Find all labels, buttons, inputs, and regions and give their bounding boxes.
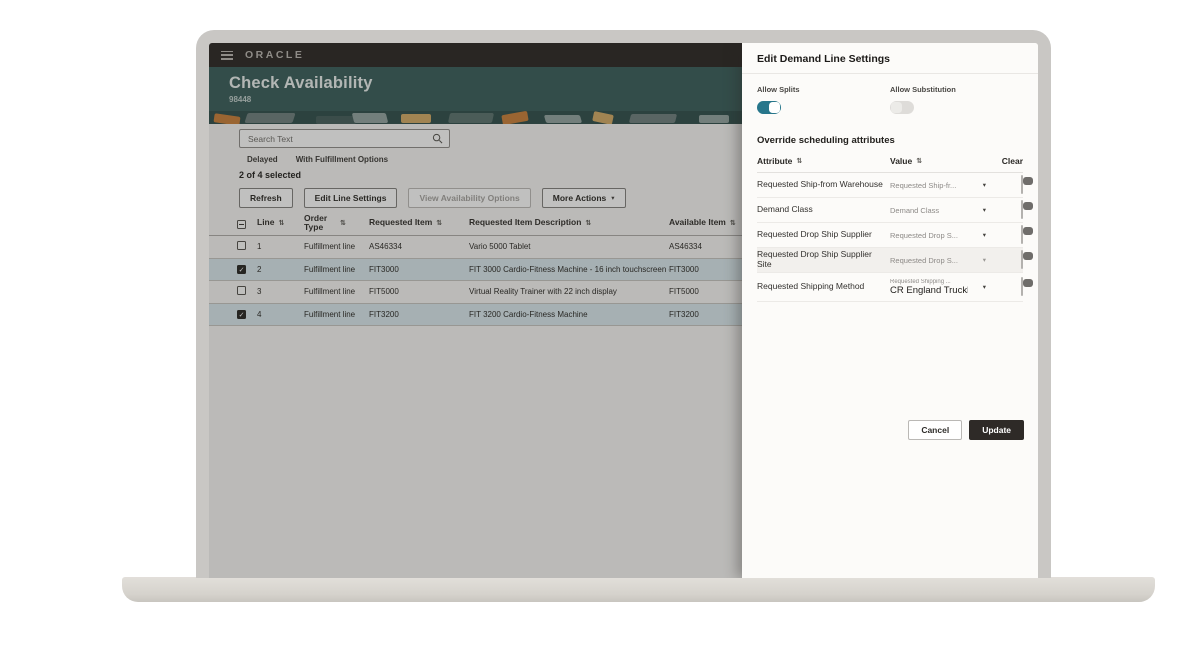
chevron-down-icon: ▾ [982,283,986,291]
attribute-row: Demand Class Demand Class ▾ [757,198,1033,223]
drawer-toggles: Allow Splits Allow Substitution [742,74,1038,114]
edit-demand-line-settings-drawer: Edit Demand Line Settings Allow Splits A… [742,43,1038,578]
attributes-header-row: Attribute ⇅ Value ⇅ Clear [757,156,1023,173]
clear-toggle[interactable] [1021,277,1033,296]
allow-substitution-toggle[interactable] [890,101,914,114]
laptop-screen-bezel: ORACLE Check Availability 98448 Search T… [196,30,1051,578]
allow-substitution-label: Allow Substitution [890,85,956,94]
attribute-row: Requested Drop Ship Supplier Site Reques… [757,248,1033,273]
cancel-button[interactable]: Cancel [908,420,963,440]
drop-ship-supplier-site-select[interactable]: Requested Drop S... ▾ [890,256,986,265]
attribute-row: Requested Ship-from Warehouse Requested … [757,173,1033,198]
drawer-title: Edit Demand Line Settings [742,43,1038,74]
allow-splits-label: Allow Splits [757,85,800,94]
update-button[interactable]: Update [969,420,1024,440]
override-section-title: Override scheduling attributes [757,135,895,146]
chevron-down-icon: ▾ [982,256,986,264]
check-availability-app: ORACLE Check Availability 98448 Search T… [209,43,742,578]
chevron-down-icon: ▾ [982,231,986,239]
clear-toggle[interactable] [1021,175,1033,194]
column-header-attribute[interactable]: Attribute ⇅ [757,156,890,166]
drop-ship-supplier-select[interactable]: Requested Drop S... ▾ [890,231,986,240]
chevron-down-icon: ▾ [982,206,986,214]
shipping-method-select[interactable]: Requested Shipping ... CR England Truckl… [890,279,986,296]
attribute-row: Requested Drop Ship Supplier Requested D… [757,223,1033,248]
screen: ORACLE Check Availability 98448 Search T… [209,43,1038,578]
column-header-clear: Clear [1001,156,1023,166]
shipping-method-value: CR England Truckload [890,284,968,296]
sort-icon: ⇅ [916,157,923,165]
clear-toggle[interactable] [1021,225,1033,244]
laptop-base [122,577,1155,602]
clear-toggle[interactable] [1021,250,1033,269]
demand-class-select[interactable]: Demand Class ▾ [890,206,986,215]
ship-from-warehouse-select[interactable]: Requested Ship-fr... ▾ [890,181,986,190]
modal-overlay [209,43,742,578]
attribute-row: Requested Shipping Method Requested Ship… [757,273,1033,302]
drawer-footer: Cancel Update [908,420,1024,440]
allow-splits-toggle[interactable] [757,101,781,114]
chevron-down-icon: ▾ [982,181,986,189]
sort-icon: ⇅ [796,157,803,165]
column-header-value[interactable]: Value ⇅ [890,156,986,166]
clear-toggle[interactable] [1021,200,1033,219]
